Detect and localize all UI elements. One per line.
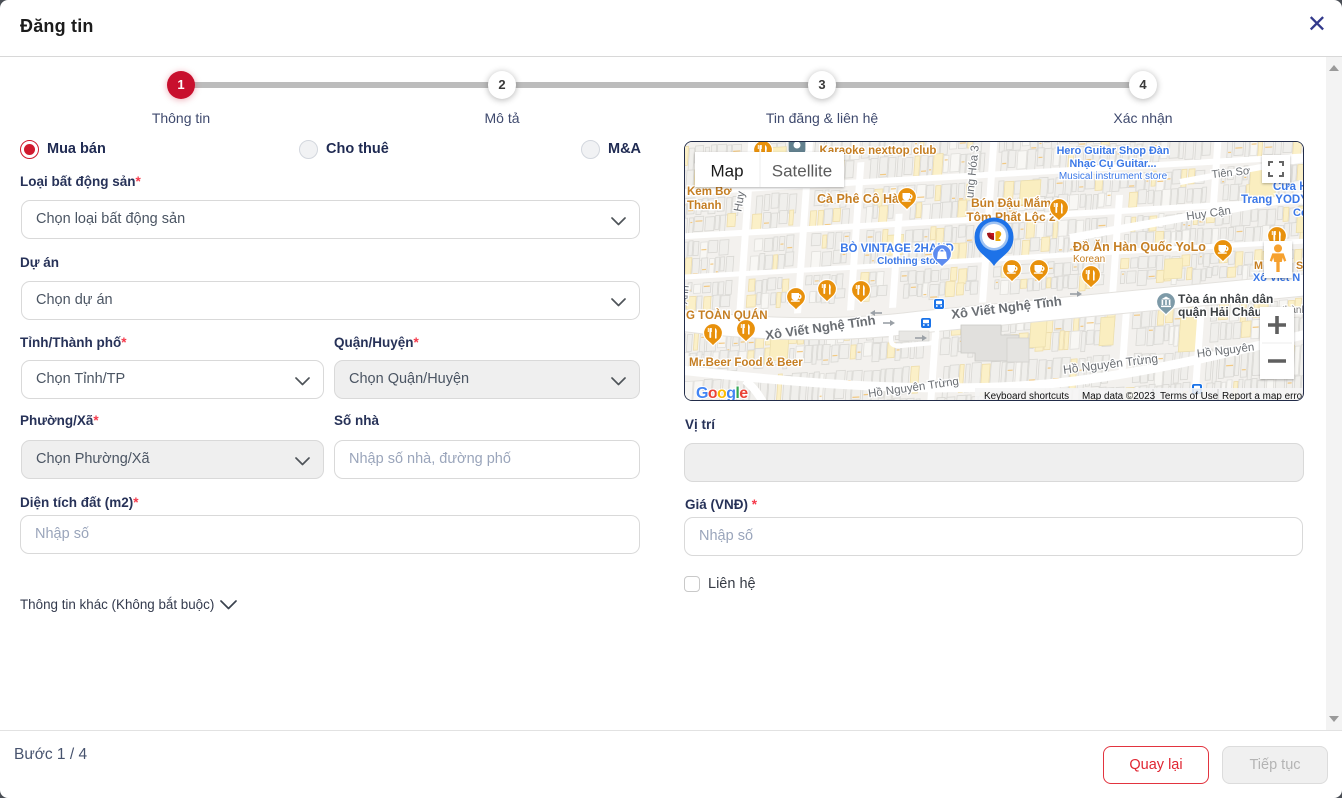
svg-text:Terms of Use: Terms of Use — [1160, 391, 1219, 401]
svg-text:Map data ©2023: Map data ©2023 — [1082, 391, 1156, 401]
svg-text:Report a map error: Report a map error — [1222, 391, 1304, 401]
svg-text:Korean: Korean — [1073, 254, 1105, 265]
svg-text:Map: Map — [710, 162, 743, 181]
svg-text:Kem Bơ: Kem Bơ — [687, 186, 732, 198]
svg-text:Tòa án nhân dân: Tòa án nhân dân — [1178, 292, 1273, 306]
svg-text:quận Hải Châu: quận Hải Châu — [1178, 305, 1262, 319]
svg-text:Mr.Beer Food & Beer: Mr.Beer Food & Beer — [689, 357, 803, 369]
svg-text:Musical instrument store: Musical instrument store — [1059, 171, 1168, 182]
svg-text:S: S — [1296, 260, 1303, 272]
svg-text:Bún Đậu Mắm: Bún Đậu Mắm — [971, 195, 1051, 210]
svg-text:Cà Phê Cô Hà: Cà Phê Cô Hà — [817, 192, 899, 206]
svg-text:Co: Co — [1293, 207, 1304, 219]
svg-text:Đồ Ăn Hàn Quốc YoLo: Đồ Ăn Hàn Quốc YoLo — [1073, 239, 1206, 254]
svg-text:Keyboard shortcuts: Keyboard shortcuts — [984, 391, 1069, 401]
svg-text:G TOÀN QUÁN: G TOÀN QUÁN — [686, 309, 768, 322]
svg-text:Thanh: Thanh — [687, 200, 722, 212]
svg-text:Trang YODY: Trang YODY — [1241, 194, 1304, 206]
svg-text:Satellite: Satellite — [772, 162, 832, 181]
svg-text:Nhạc Cụ Guitar...: Nhạc Cụ Guitar... — [1070, 158, 1157, 170]
svg-text:M: M — [1254, 260, 1263, 272]
svg-text:Hero Guitar Shop Đàn: Hero Guitar Shop Đàn — [1057, 145, 1170, 157]
svg-text:Google: Google — [696, 385, 748, 401]
svg-text:Tôm Phất Lộc 2: Tôm Phất Lộc 2 — [966, 210, 1056, 224]
